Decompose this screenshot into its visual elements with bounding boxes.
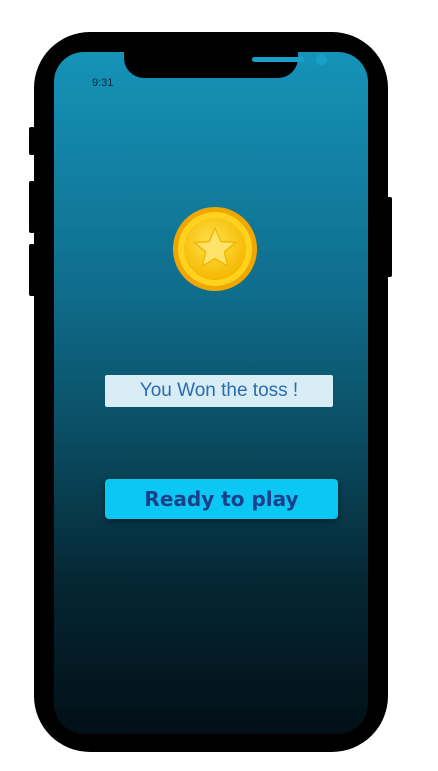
app-screen: 9:31 You Won the toss ! Ready to play	[54, 52, 368, 734]
toss-result-label: You Won the toss !	[105, 375, 333, 407]
device-frame: 9:31 You Won the toss ! Ready to play	[0, 0, 438, 771]
status-time: 9:31	[92, 77, 114, 89]
front-camera	[316, 54, 327, 65]
star-coin-icon	[172, 206, 258, 292]
ready-to-play-button[interactable]: Ready to play	[105, 479, 338, 519]
coin-graphic	[173, 207, 257, 291]
speaker-grille	[252, 57, 304, 62]
notch	[124, 52, 327, 78]
